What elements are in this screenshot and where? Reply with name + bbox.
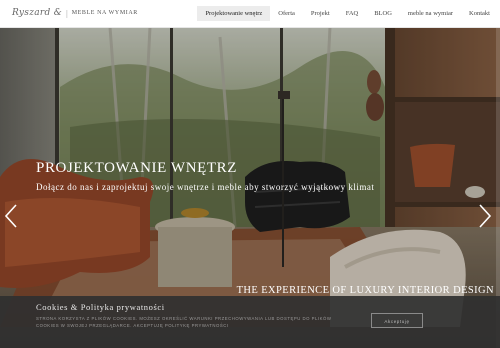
nav-projekt[interactable]: Projekt <box>303 6 338 21</box>
nav-kontakt[interactable]: Kontakt <box>461 6 498 21</box>
nav-oferta[interactable]: Oferta <box>270 6 303 21</box>
nav-projektowanie-wnetrz[interactable]: Projektowanie wnętrz <box>197 6 271 21</box>
chevron-left-icon[interactable] <box>4 204 18 228</box>
logo-separator: | <box>66 8 68 18</box>
hero-title: PROJEKTOWANIE WNĘTRZ <box>36 160 238 176</box>
accept-cookies-button[interactable]: Akceptuję <box>371 313 423 328</box>
logo-text: MEBLE NA WYMIAR <box>71 10 138 16</box>
nav-faq[interactable]: FAQ <box>338 6 367 21</box>
chevron-right-icon[interactable] <box>478 204 492 228</box>
nav-meble-na-wymiar[interactable]: meble na wymiar <box>400 6 461 21</box>
cookie-text: Strona korzysta z plików cookies. Możesz… <box>36 316 332 328</box>
logo-script: Ryszard & <box>12 8 63 18</box>
main-menu: Projektowanie wnętrz Oferta Projekt FAQ … <box>197 6 498 21</box>
cookie-title: Cookies & Polityka prywatności <box>36 302 165 312</box>
hero-tagline: THE EXPERIENCE OF LUXURY INTERIOR DESIGN <box>236 285 494 296</box>
hero-subtitle: Dołącz do nas i zaprojektuj swoje wnętrz… <box>36 182 375 192</box>
top-navigation-bar: Ryszard & | MEBLE NA WYMIAR Projektowani… <box>0 0 500 28</box>
site-logo[interactable]: Ryszard & | MEBLE NA WYMIAR <box>12 6 138 20</box>
cookie-banner: Cookies & Polityka prywatności Strona ko… <box>0 296 500 348</box>
nav-blog[interactable]: BLOG <box>366 6 400 21</box>
